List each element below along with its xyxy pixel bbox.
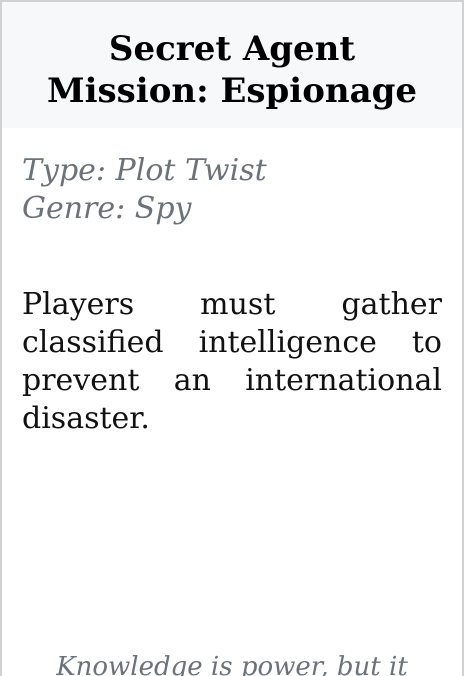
card-flavor-text: Knowledge is power, but it [56, 652, 408, 676]
card-title-line-2: Mission: Espionage [46, 71, 418, 111]
card-title-line-1: Secret Agent [108, 29, 356, 69]
card-header: Secret Agent Mission: Espionage [2, 2, 462, 128]
card-description: Players must gather classified intellige… [22, 287, 442, 436]
card-title: Secret Agent Mission: Espionage [2, 28, 462, 112]
card-meta: Type: Plot Twist Genre: Spy [2, 128, 462, 228]
card-genre: Genre: Spy [22, 191, 192, 226]
mission-card: Secret Agent Mission: Espionage Type: Pl… [0, 0, 464, 676]
card-type: Type: Plot Twist [22, 153, 267, 188]
